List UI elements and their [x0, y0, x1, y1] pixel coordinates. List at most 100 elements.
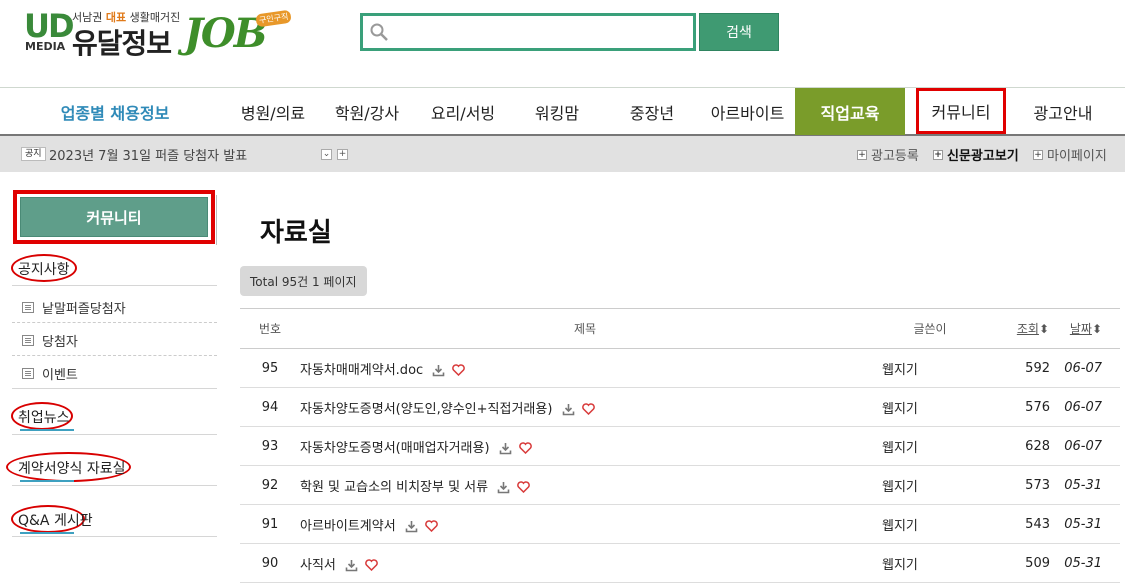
search-icon	[370, 23, 388, 41]
sidebar-item-puzzle-winners[interactable]: 낱말퍼즐당첨자	[22, 298, 126, 317]
mypage-link[interactable]: + 마이페이지	[1033, 145, 1107, 164]
column-header-number: 번호	[240, 308, 300, 349]
row-title-link[interactable]: 아르바이트계약서	[300, 519, 396, 534]
heart-icon[interactable]	[519, 442, 532, 454]
table-row[interactable]: 95 자동차매매계약서.doc 웹지기 592 06-07	[240, 348, 1120, 388]
row-writer: 웹지기	[870, 348, 990, 388]
plus-icon: +	[857, 149, 867, 160]
nav-item-community[interactable]: 커뮤니티	[916, 88, 1006, 134]
sort-icon: ⬍	[1038, 322, 1049, 336]
row-title-link[interactable]: 자동차양도증명서(매매업자거래용)	[300, 441, 490, 456]
sidebar-header-frame: 커뮤니티	[13, 190, 215, 244]
heart-icon[interactable]	[365, 559, 378, 571]
total-count-badge: Total 95건 1 페이지	[240, 266, 367, 296]
date-sort-label: 날짜	[1069, 322, 1092, 336]
download-icon[interactable]	[432, 364, 445, 377]
heart-icon[interactable]	[452, 364, 466, 376]
search-input[interactable]	[395, 16, 685, 48]
download-icon[interactable]	[405, 520, 418, 533]
row-views: 628	[990, 426, 1050, 466]
notice-bar: 공지 2023년 7월 31일 퍼즐 당첨자 발표 ⌄ + + 광고등록 + 신문광…	[0, 136, 1125, 172]
nav-jobtype[interactable]: 업종별 채용정보	[40, 88, 190, 135]
sidebar-header[interactable]: 커뮤니티	[20, 197, 208, 237]
sidebar-item-winners[interactable]: 당첨자	[22, 331, 78, 350]
logo-ud: UD	[24, 7, 75, 45]
download-icon[interactable]	[497, 481, 510, 494]
heart-icon[interactable]	[581, 403, 595, 415]
row-writer: 웹지기	[870, 426, 990, 466]
row-title-cell: 사직서	[300, 543, 870, 583]
nav-item-hospital[interactable]: 병원/의료	[228, 88, 318, 135]
heart-icon[interactable]	[425, 520, 438, 532]
row-date: 05-31	[1050, 504, 1120, 544]
nav-item-academy[interactable]: 학원/강사	[322, 88, 412, 135]
row-title-link[interactable]: 자동차매매계약서.doc	[300, 363, 423, 378]
column-header-date[interactable]: 날짜⬍	[1050, 308, 1120, 349]
sidebar-qa-title[interactable]: Q&A 게시판	[18, 510, 93, 534]
search-button[interactable]: 검색	[699, 13, 779, 51]
table-row[interactable]: 93 자동차양도증명서(매매업자거래용) 웹지기 628 06-07	[240, 426, 1120, 466]
board-table: 번호 제목 글쓴이 조회⬍ 날짜⬍ 95 자동차매매계약서.doc 웹지기 59…	[240, 308, 1120, 583]
table-row[interactable]: 90 사직서 웹지기 509 05-31	[240, 543, 1120, 583]
download-icon[interactable]	[345, 559, 358, 572]
sidebar-notice-title[interactable]: 공지사항	[18, 259, 70, 279]
main-nav: 업종별 채용정보 병원/의료 학원/강사 요리/서빙 워킹맘 중장년 아르바이트…	[0, 87, 1125, 136]
nav-item-working-mom[interactable]: 워킹맘	[512, 88, 602, 135]
sidebar-news-title[interactable]: 취업뉴스	[18, 407, 74, 431]
notice-text[interactable]: 2023년 7월 31일 퍼즐 당첨자 발표	[49, 145, 247, 164]
download-icon[interactable]	[562, 403, 575, 416]
row-title-link[interactable]: 자동차양도증명서(양도인,양수인+직접거래용)	[300, 402, 552, 417]
row-number: 94	[240, 387, 300, 427]
column-header-views[interactable]: 조회⬍	[990, 308, 1050, 349]
row-writer: 웹지기	[870, 543, 990, 583]
divider	[12, 485, 217, 486]
row-title-cell: 학원 및 교습소의 비치장부 및 서류	[300, 465, 870, 505]
divider	[12, 434, 217, 435]
row-date: 05-31	[1050, 543, 1120, 583]
table-row[interactable]: 91 아르바이트계약서 웹지기 543 05-31	[240, 504, 1120, 544]
row-views: 573	[990, 465, 1050, 505]
table-header-row: 번호 제목 글쓴이 조회⬍ 날짜⬍	[240, 308, 1120, 349]
divider	[12, 355, 217, 356]
row-views: 576	[990, 387, 1050, 427]
row-writer: 웹지기	[870, 387, 990, 427]
plus-icon: +	[1033, 149, 1043, 160]
nav-item-ad-info[interactable]: 광고안내	[1018, 88, 1108, 135]
row-views: 543	[990, 504, 1050, 544]
table-row[interactable]: 92 학원 및 교습소의 비치장부 및 서류 웹지기 573 05-31	[240, 465, 1120, 505]
table-row[interactable]: 94 자동차양도증명서(양도인,양수인+직접거래용) 웹지기 576 06-07	[240, 387, 1120, 427]
views-sort-label: 조회	[1016, 322, 1039, 336]
row-views: 509	[990, 543, 1050, 583]
heart-icon[interactable]	[517, 481, 531, 493]
row-title-cell: 자동차양도증명서(매매업자거래용)	[300, 426, 870, 466]
document-icon	[22, 368, 34, 379]
document-icon	[22, 335, 34, 346]
divider	[12, 536, 217, 537]
nav-item-part-time[interactable]: 아르바이트	[700, 88, 795, 135]
logo-job: JOB	[184, 10, 268, 57]
nav-item-middle-aged[interactable]: 중장년	[607, 88, 697, 135]
download-icon[interactable]	[499, 442, 512, 455]
sidebar-forms-title[interactable]: 계약서양식 자료실	[18, 458, 126, 482]
sidebar-item-label: 당첨자	[42, 335, 78, 350]
row-number: 93	[240, 426, 300, 466]
column-header-title: 제목	[300, 308, 870, 349]
newspaper-ad-link[interactable]: + 신문광고보기	[933, 145, 1019, 164]
plus-icon[interactable]: +	[337, 149, 348, 160]
ad-register-label: 광고등록	[871, 149, 919, 164]
row-title-link[interactable]: 사직서	[300, 558, 336, 573]
document-icon	[22, 302, 34, 313]
divider	[12, 322, 217, 323]
row-writer: 웹지기	[870, 465, 990, 505]
site-logo[interactable]: UD MEDIA 서남권 대표 생활매거진 유달정보 JOB 구인구직	[24, 7, 294, 60]
sidebar-divider	[216, 195, 217, 245]
ad-register-link[interactable]: + 광고등록	[857, 145, 919, 164]
nav-item-cooking[interactable]: 요리/서빙	[418, 88, 508, 135]
chevron-down-icon[interactable]: ⌄	[321, 149, 332, 160]
sidebar-item-label: 낱말퍼즐당첨자	[42, 302, 126, 317]
sidebar-item-event[interactable]: 이벤트	[22, 364, 78, 383]
row-title-link[interactable]: 학원 및 교습소의 비치장부 및 서류	[300, 480, 488, 495]
nav-item-job-training[interactable]: 직업교육	[795, 88, 905, 135]
row-date: 06-07	[1050, 387, 1120, 427]
row-title-cell: 아르바이트계약서	[300, 504, 870, 544]
